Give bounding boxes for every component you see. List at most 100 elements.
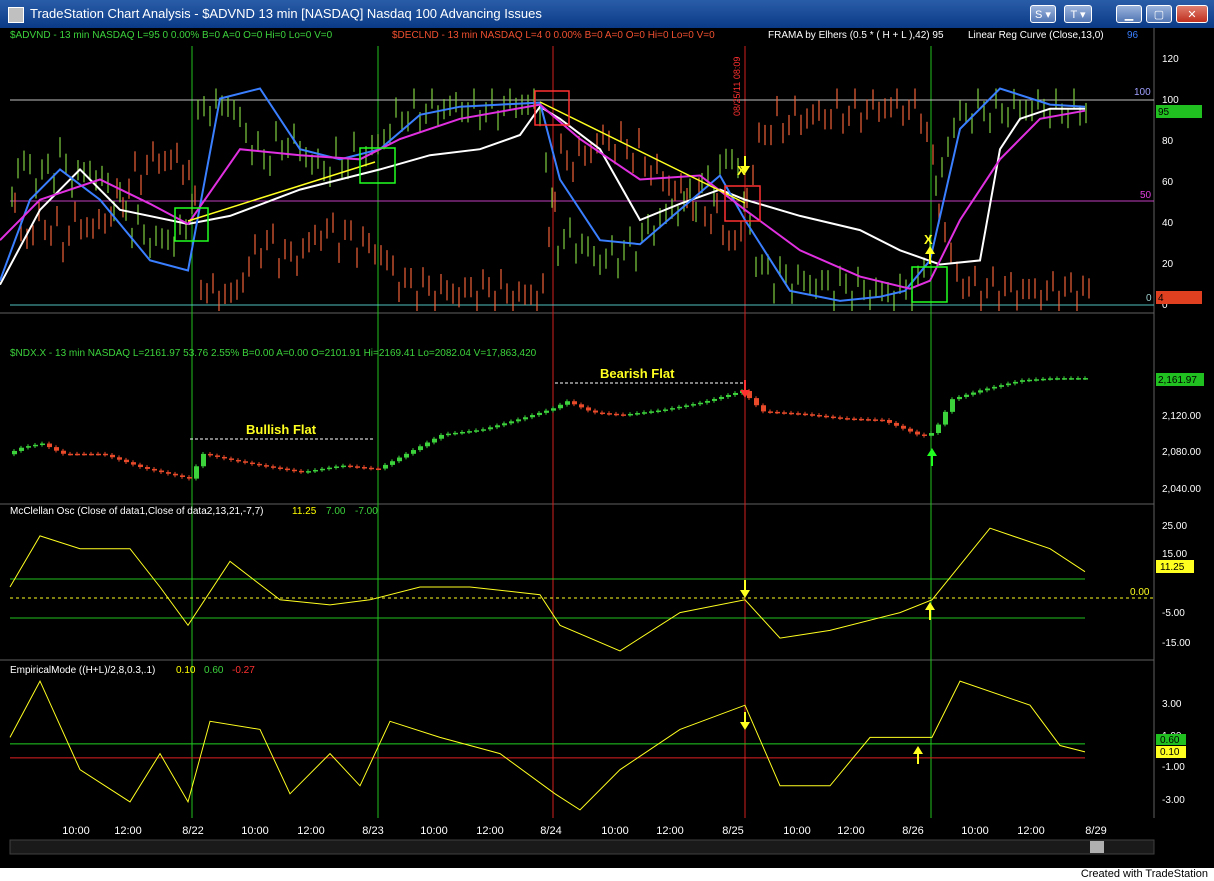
candle-body [950,399,955,412]
candle-body [761,405,766,412]
candle-body [89,453,94,456]
toolbar-link-button[interactable]: T ▾ [1064,5,1092,23]
symbol-link-button[interactable]: S ▾ [1030,5,1056,23]
time-tick-label: 10:00 [241,825,269,837]
candle-body [236,459,241,462]
p1-legend-linreg: Linear Reg Curve (Close,13,0) [968,30,1104,41]
candle-body [684,405,689,407]
candle-body [138,464,143,468]
time-tick-label: 10:00 [961,825,989,837]
p3-tick-minus15: -15.00 [1162,638,1191,649]
p3-legend-name: McClellan Osc (Close of data1,Close of d… [10,506,263,517]
candle-body [439,434,444,439]
p1-legend-linreg-value: 96 [1127,30,1139,41]
candle-body [229,458,234,460]
candle-body [677,406,682,409]
candle-body [642,412,647,414]
candle-body [285,468,290,471]
p3-tick-15: 15.00 [1162,549,1187,560]
candle-body [509,421,514,424]
candle-body [327,467,332,470]
bull-flat-label: Bullish Flat [246,422,317,437]
candle-body [873,419,878,421]
x-marker-2: X [924,232,933,247]
candle-body [376,468,381,470]
candle-body [796,413,801,415]
candle-body [936,424,941,434]
candle-body [719,396,724,399]
candle-body [208,453,213,456]
candle-body [1006,383,1011,386]
candle-body [866,419,871,421]
maximize-button[interactable]: ▢ [1146,5,1172,23]
candle-body [82,453,87,456]
candle-body [971,392,976,395]
candle-body [299,470,304,473]
candle-body [880,419,885,422]
candle-body [278,467,283,469]
candle-body [635,413,640,415]
p3-tick-minus5: -5.00 [1162,608,1185,619]
candle-body [355,466,360,468]
candle-body [425,442,430,447]
scrollbar-thumb[interactable] [1090,841,1104,853]
tradestation-window: TradeStation Chart Analysis - $ADVND 13 … [0,0,1214,881]
credit-text: Created with TradeStation [1080,868,1208,880]
candle-body [61,450,66,454]
p1-tick-100: 100 [1162,95,1179,106]
time-tick-label: 10:00 [783,825,811,837]
bear-flat-label: Bearish Flat [600,366,675,381]
candle-body [292,469,297,472]
candle-body [1076,378,1081,380]
p1-legend-frama: FRAMA by Elhers (0.5 * ( H + L ),42) 95 [768,30,944,41]
p1-badge-green-text: 95 [1158,107,1170,118]
p4-legend-upper: 0.60 [204,665,224,676]
p1-legend-dec: $DECLND - 13 min NASDAQ L=4 0 0.00% B=0 … [392,30,715,41]
p3-legend-value: 11.25 [292,506,317,517]
candle-body [180,475,185,478]
p2-tick-2040: 2,040.00 [1162,484,1201,495]
time-tick-label: 8/23 [362,825,383,837]
time-tick-label: 10:00 [601,825,629,837]
candle-body [915,431,920,435]
p1-tick-80: 80 [1162,136,1174,147]
candle-body [600,412,605,415]
candle-body [306,471,311,473]
title-bar[interactable]: TradeStation Chart Analysis - $ADVND 13 … [0,0,1214,28]
chart-area[interactable]: $ADVND - 13 min NASDAQ L=95 0 0.00% B=0 … [0,28,1214,868]
toolbar-link-label: T [1070,9,1077,21]
close-button[interactable]: ✕ [1176,5,1208,23]
status-bar: Created with TradeStation [0,868,1214,881]
candle-body [313,469,318,472]
candle-body [1034,379,1039,381]
candle-body [1041,378,1046,381]
p4-tick-minus3: -3.00 [1162,795,1185,806]
candle-body [803,413,808,416]
time-tick-label: 12:00 [297,825,325,837]
candle-body [663,409,668,411]
candle-body [894,422,899,426]
candle-body [558,404,563,409]
p1-badge-red-text: 4 [1158,293,1164,304]
candle-body [264,465,269,467]
candle-body [544,410,549,413]
minimize-button[interactable]: ▁ [1116,5,1142,23]
candle-body [691,404,696,406]
candle-body [12,450,17,455]
candle-body [96,453,101,456]
horizontal-scrollbar[interactable] [9,839,1155,855]
candle-body [733,392,738,395]
candle-body [838,417,843,419]
candle-body [530,415,535,418]
candle-body [194,466,199,479]
p2-legend: $NDX.X - 13 min NASDAQ L=2161.97 53.76 2… [10,348,537,359]
candle-body [467,431,472,433]
p1-tick-20: 20 [1162,259,1174,270]
candle-body [320,468,325,471]
p1-tick-40: 40 [1162,218,1174,229]
window-title: TradeStation Chart Analysis - $ADVND 13 … [30,6,542,21]
candle-body [348,465,353,468]
candle-body [166,472,171,474]
candle-body [432,438,437,443]
candle-body [40,443,45,446]
